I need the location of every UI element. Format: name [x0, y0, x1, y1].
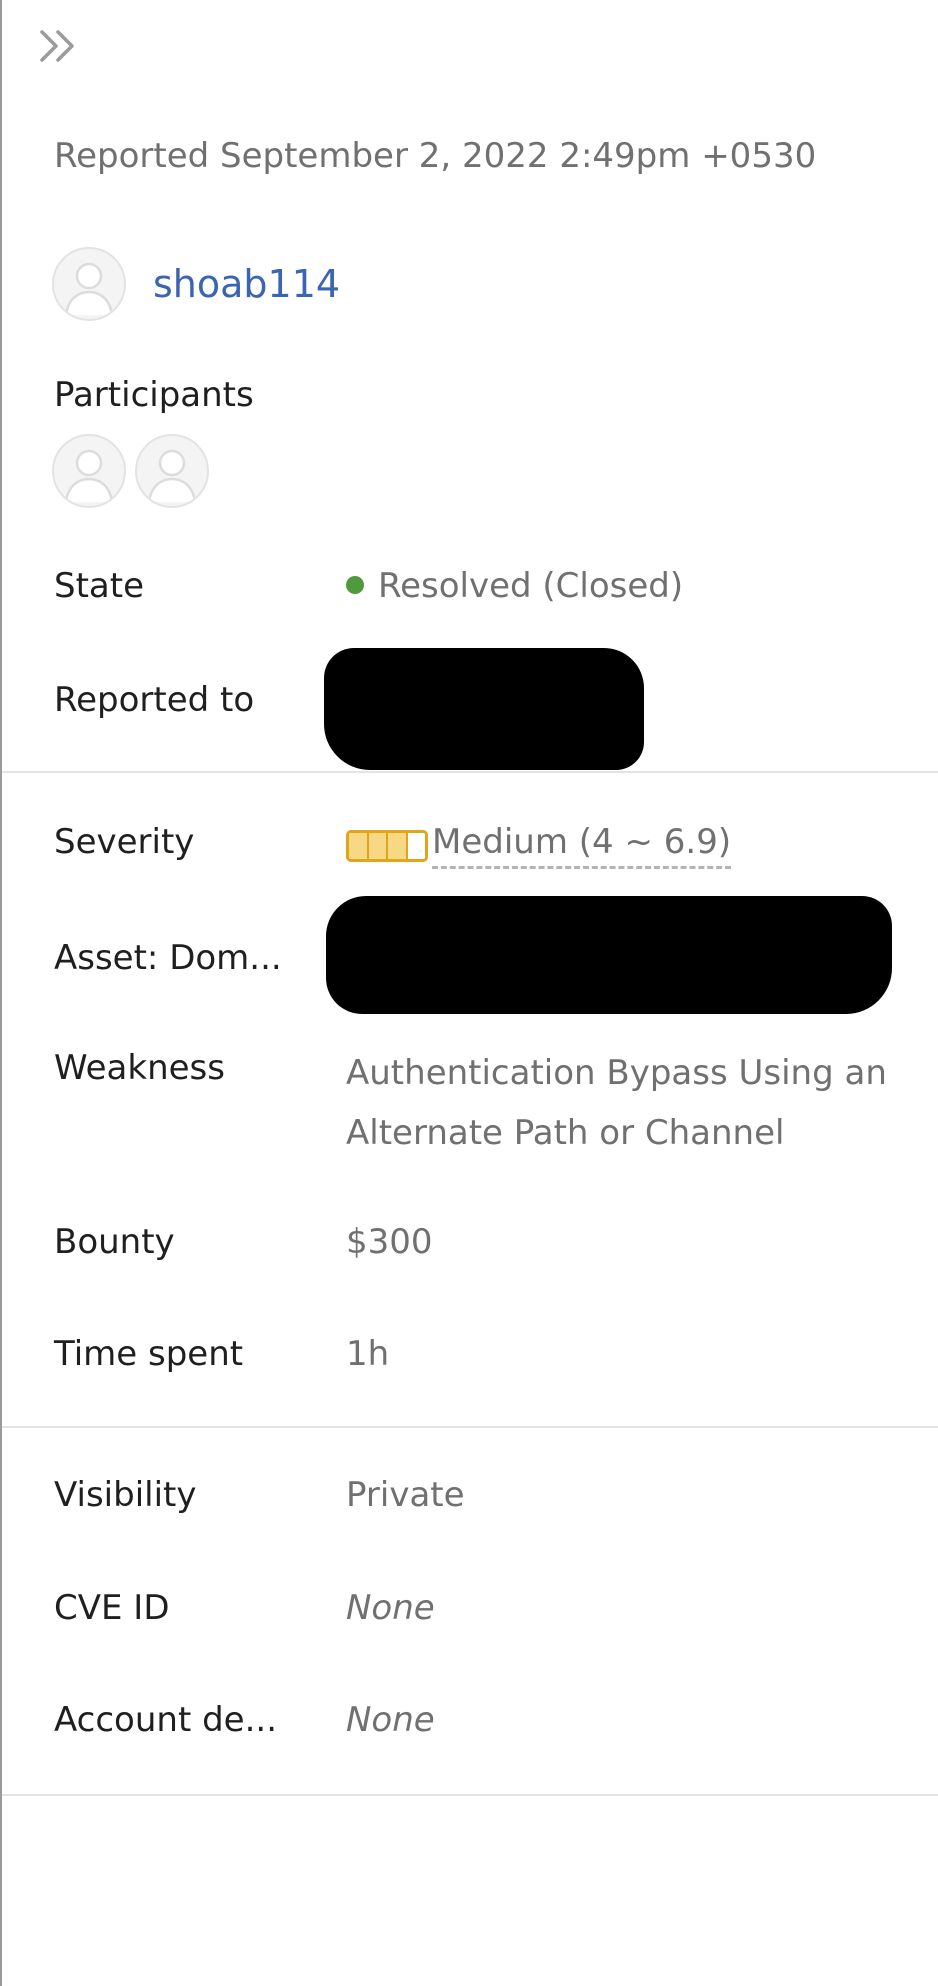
divider — [2, 1426, 938, 1428]
asset-label: Asset: Dom... — [54, 938, 282, 978]
divider — [2, 1794, 938, 1796]
time-spent-label: Time spent — [54, 1334, 244, 1374]
redacted-program-name — [324, 648, 644, 770]
cve-id-label: CVE ID — [54, 1588, 170, 1628]
severity-label: Severity — [54, 822, 195, 862]
account-details-label: Account de... — [54, 1700, 278, 1740]
severity-text[interactable]: Medium (4 ~ 6.9) — [432, 822, 732, 869]
participant-avatar-icon[interactable] — [52, 434, 126, 508]
user-avatar-icon[interactable] — [52, 247, 126, 321]
weakness-value[interactable]: Authentication Bypass Using an Alternate… — [346, 1043, 906, 1163]
participants-label: Participants — [54, 375, 254, 415]
state-text: Resolved (Closed) — [378, 566, 684, 606]
redacted-asset — [326, 896, 892, 1014]
bounty-label: Bounty — [54, 1222, 175, 1262]
participants-avatars — [52, 434, 209, 508]
reported-to-label: Reported to — [54, 680, 255, 720]
weakness-label: Weakness — [54, 1048, 225, 1088]
severity-value: Medium (4 ~ 6.9) — [346, 822, 732, 869]
visibility-value: Private — [346, 1475, 465, 1515]
cve-id-value: None — [346, 1588, 435, 1628]
status-dot-icon — [346, 575, 364, 594]
account-details-value: None — [346, 1700, 435, 1740]
reporter-username-link[interactable]: shoab114 — [153, 262, 340, 306]
report-sidebar: Reported September 2, 2022 2:49pm +0530 … — [0, 0, 938, 1986]
state-label: State — [54, 566, 144, 606]
time-spent-value: 1h — [346, 1334, 390, 1374]
bounty-value: $300 — [346, 1222, 433, 1262]
reported-timestamp: Reported September 2, 2022 2:49pm +0530 — [54, 136, 817, 176]
divider — [2, 771, 938, 773]
severity-meter-icon — [346, 829, 428, 862]
visibility-label: Visibility — [54, 1475, 197, 1515]
participant-avatar-icon[interactable] — [135, 434, 209, 508]
reporter: shoab114 — [52, 244, 340, 324]
double-chevron-right-icon[interactable] — [38, 26, 84, 66]
state-value: Resolved (Closed) — [346, 566, 683, 606]
